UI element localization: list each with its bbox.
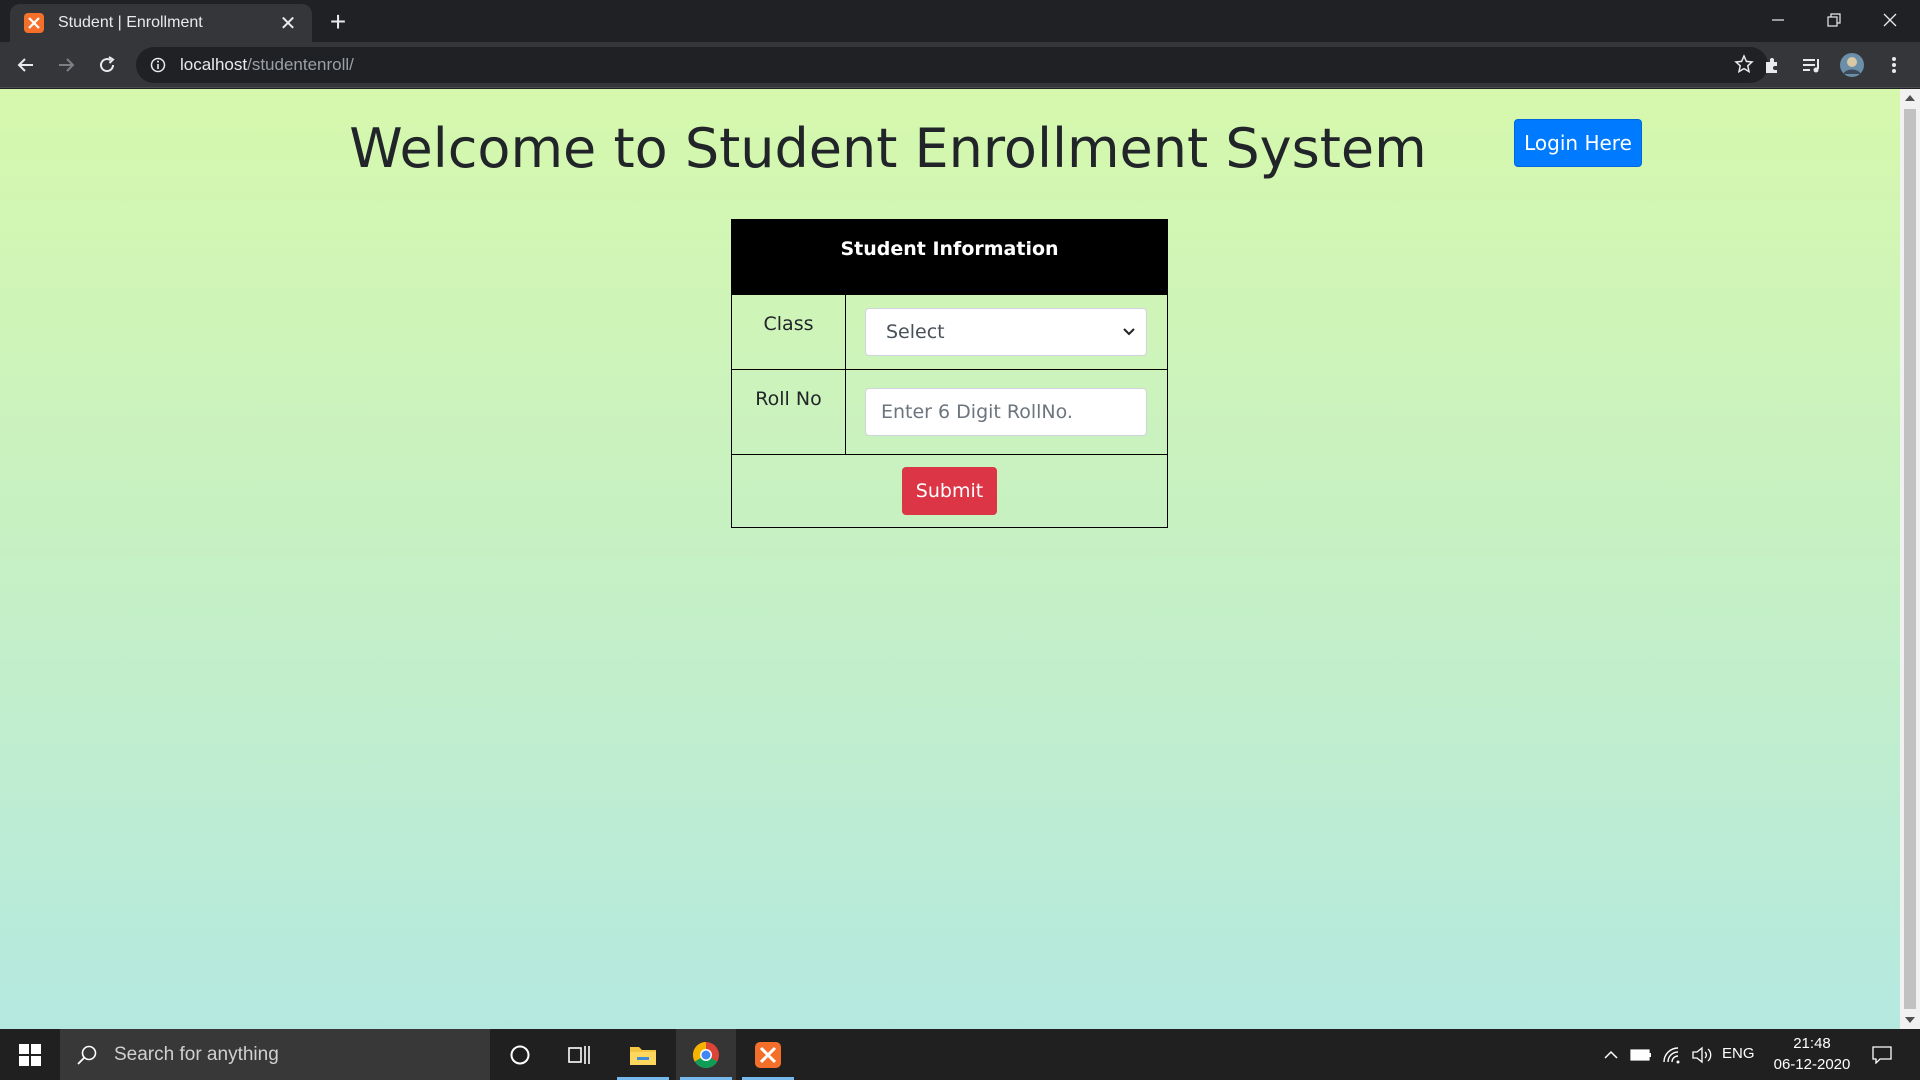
back-button[interactable] xyxy=(10,49,42,81)
taskbar-search-text: Search for anything xyxy=(114,1043,279,1065)
profile-avatar[interactable] xyxy=(1836,49,1868,81)
submit-button[interactable]: Submit xyxy=(902,467,997,515)
login-button[interactable]: Login Here xyxy=(1514,119,1642,167)
url-host: localhost xyxy=(180,55,248,74)
page-viewport: Welcome to Student Enrollment System Log… xyxy=(0,89,1900,1029)
forward-button[interactable] xyxy=(50,49,82,81)
browser-tab[interactable]: Student | Enrollment ✕ xyxy=(10,4,312,42)
table-header: Student Information xyxy=(731,219,1168,295)
url-path: /studentenroll/ xyxy=(247,55,354,74)
task-view-icon xyxy=(568,1045,590,1064)
scroll-up-icon[interactable] xyxy=(1905,95,1915,101)
cortana-circle-icon xyxy=(510,1045,530,1064)
bookmark-star-icon[interactable] xyxy=(1734,54,1754,79)
notification-icon xyxy=(1872,1045,1892,1064)
chevron-down-icon xyxy=(1123,328,1135,336)
class-select-value: Select xyxy=(886,321,945,343)
volume-icon xyxy=(1692,1046,1712,1063)
volume-tray[interactable] xyxy=(1688,1029,1716,1080)
search-icon xyxy=(77,1045,97,1065)
action-center-button[interactable] xyxy=(1862,1029,1902,1080)
roll-label: Roll No xyxy=(731,369,846,455)
browser-menu-icon[interactable] xyxy=(1878,49,1910,81)
page-scrollbar[interactable] xyxy=(1900,89,1920,1029)
cortana-button[interactable] xyxy=(490,1029,550,1080)
battery-tray[interactable] xyxy=(1627,1029,1655,1080)
submit-row: Submit xyxy=(731,454,1168,528)
url-text: localhost/studentenroll/ xyxy=(180,55,354,75)
windows-taskbar: Search for anything ENG 21:48 06-12-2020 xyxy=(0,1029,1920,1080)
address-bar[interactable]: localhost/studentenroll/ xyxy=(136,47,1768,83)
xampp-favicon-icon xyxy=(24,13,44,33)
extensions-icon[interactable] xyxy=(1756,49,1788,81)
scroll-down-icon[interactable] xyxy=(1905,1017,1915,1023)
clock-date: 06-12-2020 xyxy=(1773,1056,1851,1073)
page-title: Welcome to Student Enrollment System xyxy=(349,117,1427,180)
reload-button[interactable] xyxy=(91,49,123,81)
roll-row: Roll No xyxy=(731,369,1168,455)
xampp-icon xyxy=(755,1041,781,1068)
chevron-up-icon xyxy=(1604,1050,1618,1059)
class-label: Class xyxy=(731,294,846,370)
tab-title: Student | Enrollment xyxy=(58,14,203,31)
battery-icon xyxy=(1630,1048,1651,1061)
roll-field-cell xyxy=(845,369,1168,455)
student-info-table: Student Information Class Select Roll No… xyxy=(731,219,1168,528)
browser-tabstrip: Student | Enrollment ✕ + xyxy=(0,0,1920,42)
close-window-button[interactable] xyxy=(1862,0,1918,40)
class-row: Class Select xyxy=(731,294,1168,370)
class-field-cell: Select xyxy=(845,294,1168,370)
task-view-button[interactable] xyxy=(550,1029,610,1080)
show-hidden-icons-button[interactable] xyxy=(1598,1029,1624,1080)
restore-button[interactable] xyxy=(1806,0,1862,40)
submit-cell: Submit xyxy=(731,454,1168,528)
clock-time: 21:48 xyxy=(1793,1035,1831,1052)
taskbar-search-box[interactable]: Search for anything xyxy=(60,1029,490,1080)
wifi-tray[interactable] xyxy=(1658,1029,1686,1080)
input-language[interactable]: ENG xyxy=(1722,1045,1755,1062)
browser-toolbar: localhost/studentenroll/ xyxy=(0,42,1920,88)
class-select[interactable]: Select xyxy=(865,308,1147,356)
start-button[interactable] xyxy=(0,1029,60,1080)
taskbar-chrome[interactable] xyxy=(676,1029,736,1080)
tab-close-icon[interactable]: ✕ xyxy=(278,11,298,36)
taskbar-clock[interactable]: 21:48 06-12-2020 xyxy=(1756,1033,1868,1075)
windows-logo-icon xyxy=(19,1043,41,1066)
chrome-icon xyxy=(692,1041,719,1068)
media-control-icon[interactable] xyxy=(1796,49,1828,81)
minimize-button[interactable] xyxy=(1750,0,1806,40)
folder-icon xyxy=(630,1046,656,1065)
new-tab-button[interactable]: + xyxy=(322,6,354,38)
taskbar-file-explorer[interactable] xyxy=(613,1029,673,1080)
wifi-icon xyxy=(1663,1046,1680,1063)
roll-number-input[interactable] xyxy=(865,388,1147,436)
scrollbar-thumb[interactable] xyxy=(1904,109,1916,1009)
site-info-icon[interactable] xyxy=(150,57,166,73)
taskbar-xampp[interactable] xyxy=(738,1029,798,1080)
